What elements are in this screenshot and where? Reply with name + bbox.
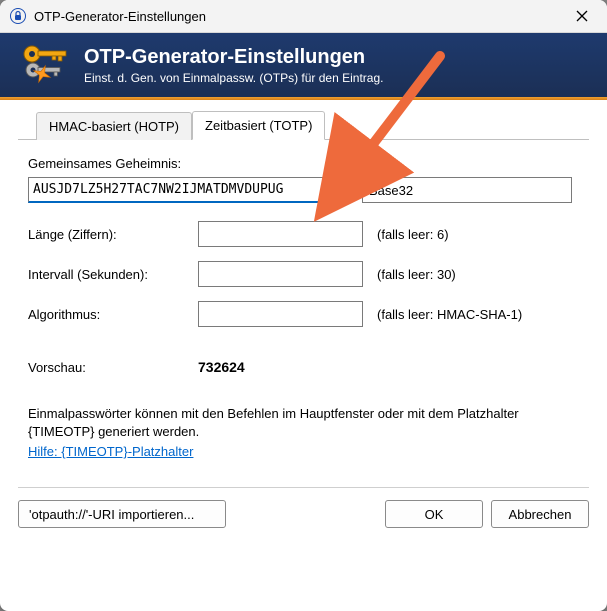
- length-hint: (falls leer: 6): [377, 227, 449, 242]
- close-icon: [576, 10, 588, 22]
- tab-totp[interactable]: Zeitbasiert (TOTP): [192, 111, 325, 140]
- banner-subtitle: Einst. d. Gen. von Einmalpassw. (OTPs) f…: [84, 71, 383, 85]
- window-title: OTP-Generator-Einstellungen: [34, 9, 561, 24]
- secret-label: Gemeinsames Geheimnis:: [28, 156, 579, 171]
- algorithm-select[interactable]: [198, 301, 363, 327]
- length-label: Länge (Ziffern):: [28, 227, 198, 242]
- app-lock-icon: [10, 8, 26, 24]
- keys-icon: [18, 42, 72, 88]
- titlebar: OTP-Generator-Einstellungen: [0, 0, 607, 33]
- generation-note: Einmalpasswörter können mit den Befehlen…: [28, 405, 579, 440]
- banner-title: OTP-Generator-Einstellungen: [84, 46, 383, 69]
- help-link[interactable]: Hilfe: {TIMEOTP}-Platzhalter: [28, 444, 193, 459]
- algorithm-label: Algorithmus:: [28, 307, 198, 322]
- interval-hint: (falls leer: 30): [377, 267, 456, 282]
- encoding-select[interactable]: Base32: [362, 177, 572, 203]
- algorithm-hint: (falls leer: HMAC-SHA-1): [377, 307, 522, 322]
- interval-label: Intervall (Sekunden):: [28, 267, 198, 282]
- close-button[interactable]: [561, 1, 603, 31]
- preview-label: Vorschau:: [28, 360, 198, 375]
- cancel-button[interactable]: Abbrechen: [491, 500, 589, 528]
- interval-input[interactable]: [198, 261, 363, 287]
- length-input[interactable]: [198, 221, 363, 247]
- ok-button[interactable]: OK: [385, 500, 483, 528]
- tab-panel: Gemeinsames Geheimnis: Base32 Länge (Zif…: [0, 140, 607, 469]
- preview-value: 732624: [198, 359, 245, 375]
- footer: 'otpauth://'-URI importieren... OK Abbre…: [0, 500, 607, 542]
- tabstrip: HMAC-basiert (HOTP) Zeitbasiert (TOTP): [18, 100, 589, 140]
- import-uri-button[interactable]: 'otpauth://'-URI importieren...: [18, 500, 226, 528]
- banner: OTP-Generator-Einstellungen Einst. d. Ge…: [0, 33, 607, 97]
- dialog-window: OTP-Generator-Einstellungen: [0, 0, 607, 611]
- secret-input[interactable]: [28, 177, 350, 203]
- tab-hotp[interactable]: HMAC-basiert (HOTP): [36, 112, 192, 140]
- banner-text: OTP-Generator-Einstellungen Einst. d. Ge…: [84, 46, 383, 85]
- footer-separator: [18, 487, 589, 488]
